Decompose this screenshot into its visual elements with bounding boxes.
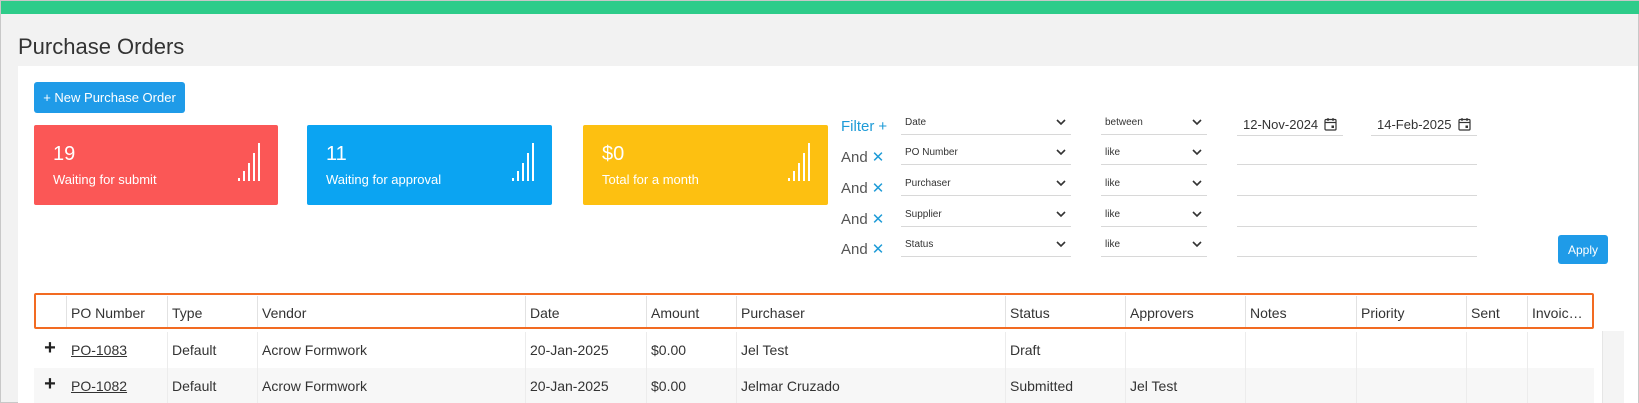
card-waiting-for-approval[interactable]: 11 Waiting for approval [307, 125, 552, 205]
filter-operator-select[interactable]: like [1101, 235, 1207, 257]
chevron-down-icon [1192, 119, 1202, 126]
card-value: 19 [53, 143, 76, 165]
cell-sent [1467, 368, 1528, 403]
signal-bars-icon [238, 143, 260, 181]
filter-operator-select[interactable]: like [1101, 205, 1207, 227]
cell-type: Default [168, 368, 258, 403]
column-header-date[interactable]: Date [526, 296, 647, 328]
cell-status: Draft [1006, 332, 1126, 368]
chevron-down-icon [1192, 149, 1202, 156]
cell-amount: $0.00 [647, 332, 737, 368]
cell-invoice [1528, 368, 1594, 403]
card-label: Total for a month [602, 172, 699, 187]
cell-type: Default [168, 332, 258, 368]
expand-column-header [34, 296, 67, 328]
cell-date: 20-Jan-2025 [526, 368, 647, 403]
chevron-down-icon [1056, 211, 1066, 218]
cell-priority [1357, 368, 1467, 403]
page-title: Purchase Orders [18, 34, 185, 59]
po-number-filter-input[interactable] [1237, 143, 1477, 165]
cell-approvers: Jel Test [1126, 368, 1246, 403]
date-from-input[interactable]: 12-Nov-2024 [1237, 114, 1343, 136]
date-to-input[interactable]: 14-Feb-2025 [1371, 114, 1477, 136]
card-value: $0 [602, 143, 625, 165]
card-label: Waiting for approval [326, 172, 442, 187]
chevron-down-icon [1056, 149, 1066, 156]
status-filter-input[interactable] [1237, 235, 1477, 257]
and-label: And ✕ [841, 241, 885, 258]
column-header-approvers[interactable]: Approvers [1126, 296, 1246, 328]
column-header-status[interactable]: Status [1006, 296, 1126, 328]
card-total-for-month[interactable]: $0 Total for a month [583, 125, 828, 205]
purchaser-filter-input[interactable] [1237, 174, 1477, 196]
filter-operator-select[interactable]: like [1101, 174, 1207, 196]
column-header-vendor[interactable]: Vendor [258, 296, 526, 328]
filter-field-select[interactable]: Date [901, 113, 1071, 135]
cell-purchaser: Jel Test [737, 332, 1006, 368]
cell-invoice [1528, 332, 1594, 368]
apply-button[interactable]: Apply [1558, 235, 1608, 264]
cell-priority [1357, 332, 1467, 368]
add-filter-icon[interactable]: + [878, 118, 887, 135]
supplier-filter-input[interactable] [1237, 205, 1477, 227]
card-label: Waiting for submit [53, 172, 157, 187]
column-header-amount[interactable]: Amount [647, 296, 737, 328]
cell-vendor: Acrow Formwork [258, 332, 526, 368]
filter-operator-select[interactable]: between [1101, 113, 1207, 135]
column-header-priority[interactable]: Priority [1357, 296, 1467, 328]
chevron-down-icon [1192, 180, 1202, 187]
calendar-icon[interactable] [1458, 117, 1471, 131]
chevron-down-icon [1056, 241, 1066, 248]
card-waiting-for-submit[interactable]: 19 Waiting for submit [34, 125, 278, 205]
chevron-down-icon [1192, 211, 1202, 218]
card-value: 11 [326, 143, 347, 165]
cell-notes [1246, 332, 1357, 368]
column-header-notes[interactable]: Notes [1246, 296, 1357, 328]
and-label: And ✕ [841, 149, 885, 166]
column-header-invoice[interactable]: Invoic… [1528, 296, 1594, 328]
top-accent-bar [1, 1, 1639, 14]
filter-field-select[interactable]: Status [901, 235, 1071, 257]
po-number-link[interactable]: PO-1082 [67, 368, 168, 403]
signal-bars-icon [512, 143, 534, 181]
filter-field-select[interactable]: PO Number [901, 143, 1071, 165]
column-header-sent[interactable]: Sent [1467, 296, 1528, 328]
expand-row-icon[interactable]: + [34, 332, 66, 368]
cell-approvers [1126, 332, 1246, 368]
remove-filter-icon[interactable]: ✕ [872, 149, 885, 166]
po-number-link[interactable]: PO-1083 [67, 332, 168, 368]
column-header-type[interactable]: Type [168, 296, 258, 328]
column-header-po-number[interactable]: PO Number [67, 296, 168, 328]
and-label: And ✕ [841, 211, 885, 228]
remove-filter-icon[interactable]: ✕ [872, 211, 885, 228]
signal-bars-icon [788, 143, 810, 181]
new-purchase-order-button[interactable]: + New Purchase Order [34, 82, 185, 113]
cell-notes [1246, 368, 1357, 403]
chevron-down-icon [1056, 119, 1066, 126]
remove-filter-icon[interactable]: ✕ [872, 180, 885, 197]
cell-vendor: Acrow Formwork [258, 368, 526, 403]
chevron-down-icon [1056, 180, 1066, 187]
cell-amount: $0.00 [647, 368, 737, 403]
cell-purchaser: Jelmar Cruzado [737, 368, 1006, 403]
calendar-icon[interactable] [1324, 117, 1337, 131]
cell-sent [1467, 332, 1528, 368]
expand-row-icon[interactable]: + [34, 368, 66, 403]
remove-filter-icon[interactable]: ✕ [872, 241, 885, 258]
chevron-down-icon [1192, 241, 1202, 248]
filter-field-select[interactable]: Purchaser [901, 174, 1071, 196]
filter-label: Filter + [841, 118, 888, 135]
and-label: And ✕ [841, 180, 885, 197]
filter-operator-select[interactable]: like [1101, 143, 1207, 165]
column-header-purchaser[interactable]: Purchaser [737, 296, 1006, 328]
filter-field-select[interactable]: Supplier [901, 205, 1071, 227]
cell-status: Submitted [1006, 368, 1126, 403]
vertical-scrollbar[interactable] [1602, 331, 1624, 403]
cell-date: 20-Jan-2025 [526, 332, 647, 368]
